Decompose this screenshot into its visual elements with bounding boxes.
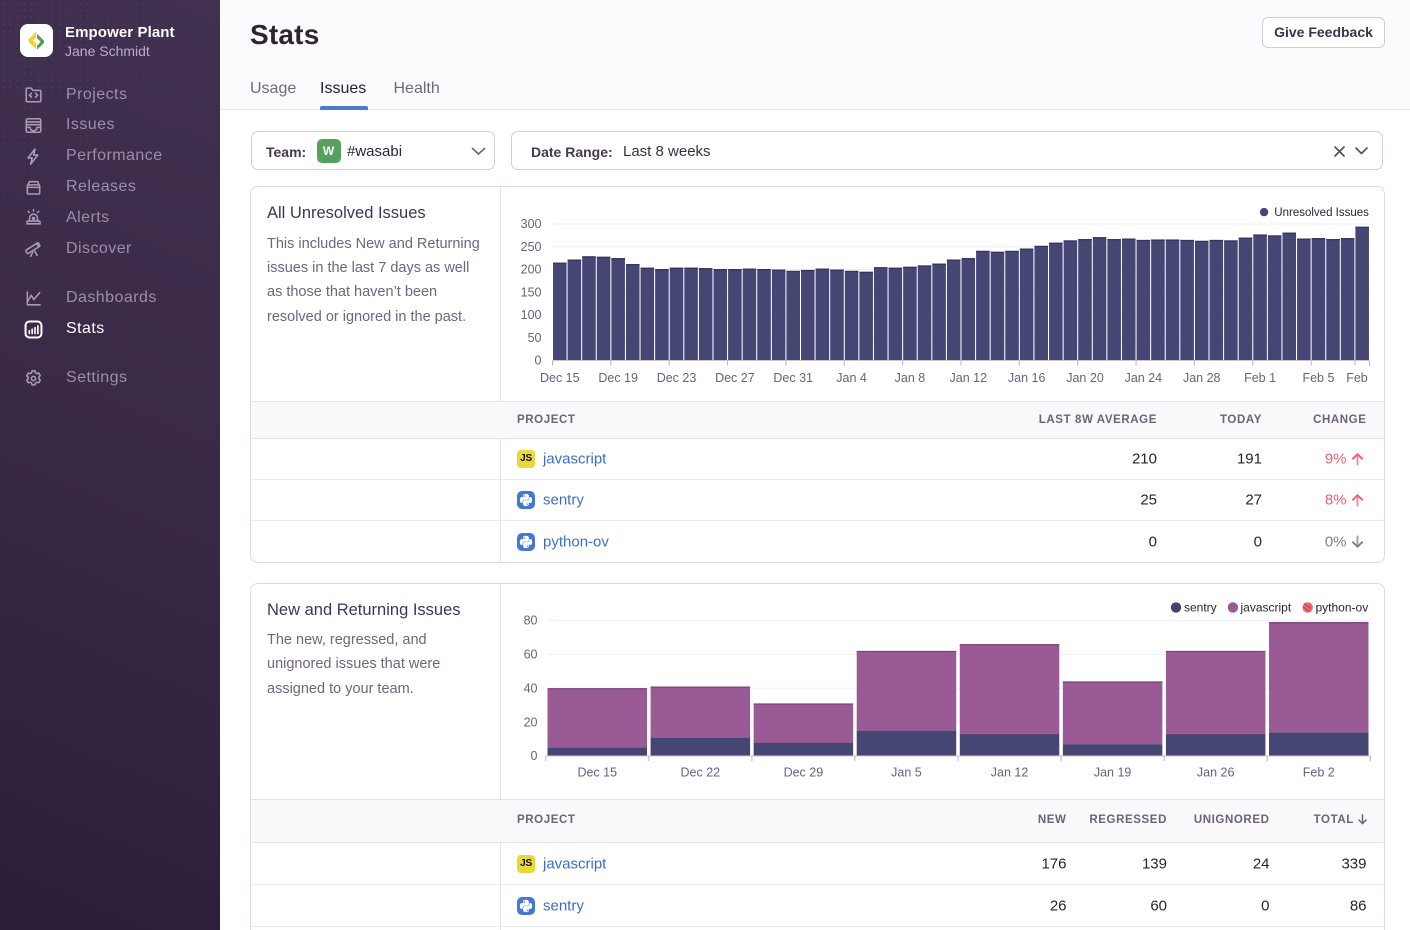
svg-text:Jan 12: Jan 12 [990, 766, 1028, 780]
svg-text:Feb 5: Feb 5 [1302, 371, 1334, 385]
svg-text:Jan 5: Jan 5 [891, 766, 922, 780]
svg-text:Jan 24: Jan 24 [1124, 371, 1162, 385]
svg-text:50: 50 [527, 330, 541, 344]
svg-text:Dec 15: Dec 15 [539, 371, 579, 385]
svg-text:Jan 28: Jan 28 [1182, 371, 1220, 385]
svg-text:Jan 20: Jan 20 [1066, 371, 1104, 385]
svg-text:Feb: Feb [1346, 371, 1368, 385]
svg-text:Dec 31: Dec 31 [773, 371, 813, 385]
svg-text:300: 300 [520, 217, 541, 231]
svg-text:Jan 8: Jan 8 [894, 371, 925, 385]
svg-text:100: 100 [520, 308, 541, 322]
svg-text:200: 200 [520, 262, 541, 276]
svg-text:Dec 27: Dec 27 [715, 371, 755, 385]
svg-text:0: 0 [534, 353, 541, 367]
svg-text:python-ov: python-ov [1315, 601, 1368, 615]
svg-text:Dec 29: Dec 29 [783, 766, 823, 780]
svg-text:Jan 16: Jan 16 [1007, 371, 1045, 385]
svg-text:Jan 12: Jan 12 [949, 371, 987, 385]
svg-text:Feb 2: Feb 2 [1302, 766, 1334, 780]
svg-text:Feb 1: Feb 1 [1244, 371, 1276, 385]
svg-text:Dec 19: Dec 19 [598, 371, 638, 385]
svg-text:40: 40 [523, 681, 537, 695]
svg-text:0: 0 [530, 749, 537, 763]
svg-text:60: 60 [523, 648, 537, 662]
svg-text:250: 250 [520, 239, 541, 253]
svg-text:Jan 26: Jan 26 [1196, 766, 1234, 780]
svg-text:Unresolved Issues: Unresolved Issues [1274, 207, 1369, 219]
svg-text:Jan 4: Jan 4 [836, 371, 867, 385]
svg-text:Dec 15: Dec 15 [577, 766, 617, 780]
svg-text:150: 150 [520, 285, 541, 299]
svg-text:80: 80 [523, 614, 537, 628]
svg-text:sentry: sentry [1184, 601, 1217, 615]
svg-text:Jan 19: Jan 19 [1093, 766, 1131, 780]
svg-text:Dec 22: Dec 22 [680, 766, 720, 780]
svg-text:javascript: javascript [1239, 601, 1291, 615]
svg-text:Dec 23: Dec 23 [656, 371, 696, 385]
svg-text:20: 20 [523, 715, 537, 729]
